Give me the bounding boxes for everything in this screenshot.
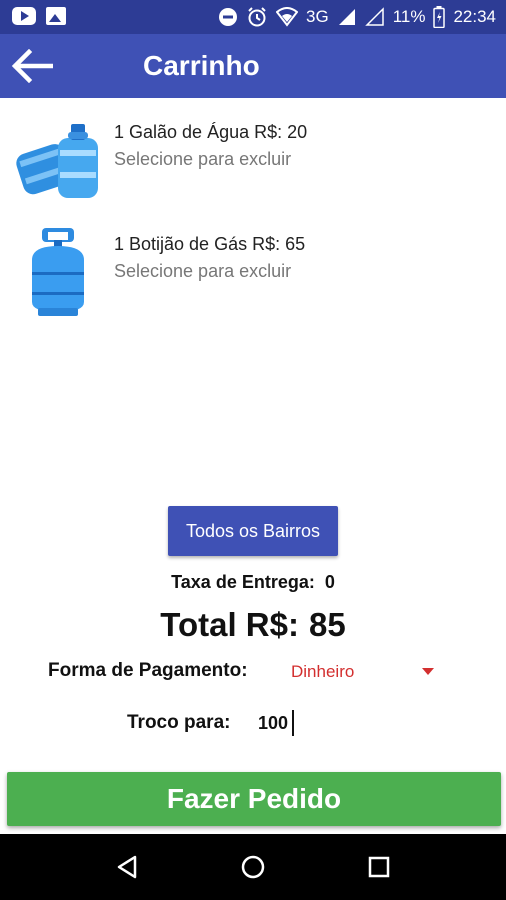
alarm-icon xyxy=(246,6,268,28)
payment-label: Forma de Pagamento: xyxy=(48,660,248,681)
change-label: Troco para: xyxy=(127,712,231,733)
gas-cylinder-image xyxy=(32,228,84,316)
cart-item-title: 1 Botijão de Gás R$: 65 xyxy=(114,234,306,254)
payment-method-select[interactable]: Dinheiro xyxy=(282,652,442,690)
arrow-left-icon xyxy=(11,49,53,83)
battery-icon xyxy=(433,6,446,28)
do-not-disturb-icon xyxy=(218,7,238,27)
water-jug-image xyxy=(16,124,98,198)
navigation-bar xyxy=(0,834,506,900)
youtube-icon xyxy=(12,7,36,25)
total-value: 85 xyxy=(309,606,346,643)
change-input[interactable] xyxy=(256,706,406,740)
cart-item-hint: Selecione para excluir xyxy=(114,261,292,281)
order-total: Total R$: 85 xyxy=(0,606,506,644)
place-order-button[interactable]: Fazer Pedido xyxy=(7,772,501,826)
app-bar: Carrinho xyxy=(0,34,506,98)
cart-item-hint: Selecione para excluir xyxy=(114,149,292,169)
total-label: Total R$: xyxy=(160,606,299,643)
home-circle-icon xyxy=(241,855,265,879)
signal-empty-icon xyxy=(364,7,385,27)
back-triangle-icon xyxy=(117,855,137,879)
battery-percent: 11% xyxy=(392,7,426,26)
nav-recents-button[interactable] xyxy=(364,852,394,882)
gallery-icon xyxy=(46,7,66,25)
cart-item-water[interactable]: 1 Galão de Água R$: 20 Selecione para ex… xyxy=(0,106,506,216)
payment-method-value: Dinheiro xyxy=(291,662,355,681)
cart-item-title: 1 Galão de Água R$: 20 xyxy=(114,122,308,142)
nav-back-button[interactable] xyxy=(112,852,142,882)
back-button[interactable] xyxy=(8,42,56,90)
cart-item-gas[interactable]: 1 Botijão de Gás R$: 65 Selecione para e… xyxy=(0,218,506,328)
recents-square-icon xyxy=(368,856,390,878)
delivery-fee-value: 0 xyxy=(324,572,335,592)
delivery-fee: Taxa de Entrega: 0 xyxy=(0,572,506,593)
page-title: Carrinho xyxy=(143,50,260,81)
delivery-fee-label: Taxa de Entrega: xyxy=(171,572,315,592)
dropdown-arrow-icon xyxy=(422,668,434,675)
bairros-button[interactable]: Todos os Bairros xyxy=(168,506,338,556)
network-type: 3G xyxy=(306,7,329,26)
status-bar: 3G 11% 22:34 xyxy=(0,0,506,34)
nav-home-button[interactable] xyxy=(238,852,268,882)
signal-icon xyxy=(337,7,357,27)
clock: 22:34 xyxy=(453,7,496,26)
text-cursor xyxy=(292,710,294,736)
wifi-icon xyxy=(276,7,298,27)
